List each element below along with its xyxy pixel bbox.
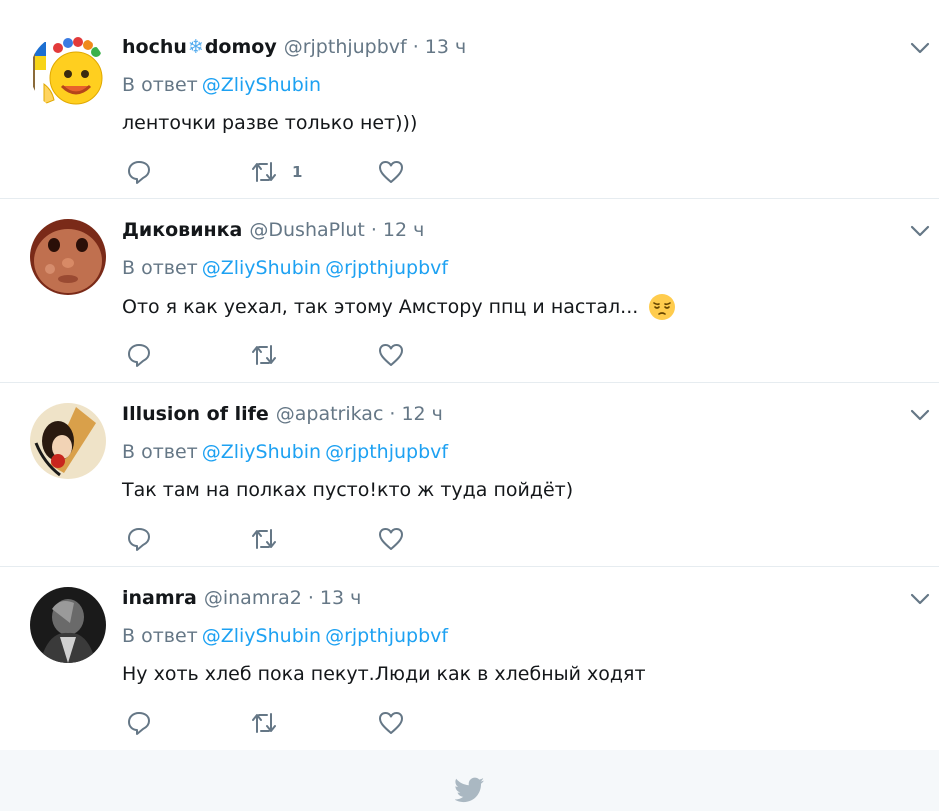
display-name[interactable]: hochu❄domoy bbox=[122, 34, 277, 60]
retweet-button[interactable] bbox=[250, 526, 378, 552]
pensive-face-emoji bbox=[649, 294, 676, 320]
reply-icon bbox=[128, 344, 150, 367]
timestamp[interactable]: 12 ч bbox=[401, 401, 442, 427]
timestamp[interactable]: 12 ч bbox=[383, 217, 424, 243]
reply-prefix: В ответ bbox=[122, 441, 198, 463]
reply-button[interactable] bbox=[126, 342, 250, 368]
tweet[interactable]: Диковинка @DushaPlut · 12 ч В ответ @Zliy… bbox=[0, 199, 939, 383]
tweet-header: inamra @inamra2 · 13 ч bbox=[122, 585, 919, 611]
reply-button[interactable] bbox=[126, 526, 250, 552]
action-bar bbox=[126, 525, 404, 553]
action-bar bbox=[126, 709, 404, 737]
retweet-icon bbox=[252, 345, 276, 365]
heart-icon bbox=[379, 344, 403, 366]
chevron-down-icon[interactable] bbox=[909, 37, 931, 59]
twitter-bird-icon bbox=[455, 777, 484, 803]
reply-context: В ответ @ZliyShubin @rjpthjupbvf bbox=[122, 255, 919, 281]
username[interactable]: @inamra2 bbox=[204, 585, 302, 611]
separator-dot: · bbox=[307, 587, 314, 609]
username[interactable]: @DushaPlut bbox=[249, 217, 364, 243]
tweet[interactable]: Illusion of life @apatrikac · 12 ч В отв… bbox=[0, 383, 939, 567]
reply-icon bbox=[128, 161, 150, 184]
like-button[interactable] bbox=[378, 710, 404, 736]
retweet-button[interactable] bbox=[250, 710, 378, 736]
avatar[interactable] bbox=[30, 219, 106, 295]
mention-link[interactable]: @rjpthjupbvf bbox=[325, 625, 448, 647]
reply-icon bbox=[128, 528, 150, 551]
mention-link[interactable]: @ZliyShubin bbox=[202, 257, 321, 279]
like-button[interactable] bbox=[378, 526, 404, 552]
display-name[interactable]: Диковинка bbox=[122, 217, 242, 243]
mention-link[interactable]: @ZliyShubin bbox=[202, 441, 321, 463]
like-button[interactable] bbox=[378, 159, 404, 185]
reply-prefix: В ответ bbox=[122, 257, 198, 279]
mention-link[interactable]: @ZliyShubin bbox=[202, 74, 321, 96]
timestamp[interactable]: 13 ч bbox=[425, 34, 466, 60]
chevron-down-icon[interactable] bbox=[909, 588, 931, 610]
chevron-down-icon[interactable] bbox=[909, 404, 931, 426]
tweet-text: Ну хоть хлеб пока пекут.Люди как в хлебн… bbox=[122, 663, 646, 685]
mention-link[interactable]: @ZliyShubin bbox=[202, 625, 321, 647]
display-name[interactable]: inamra bbox=[122, 585, 197, 611]
heart-icon bbox=[379, 528, 403, 550]
heart-icon bbox=[379, 712, 403, 734]
heart-icon bbox=[379, 161, 403, 183]
tweet-text: Ото я как уехал, так этому Амстору ппц и… bbox=[122, 293, 919, 321]
like-button[interactable] bbox=[378, 342, 404, 368]
separator-dot: · bbox=[389, 403, 396, 425]
display-name[interactable]: Illusion of life bbox=[122, 401, 269, 427]
reply-context: В ответ @ZliyShubin @rjpthjupbvf bbox=[122, 623, 919, 649]
replies-feed: hochu❄domoy @rjpthjupbvf · 13 ч В ответ @… bbox=[0, 0, 939, 750]
retweet-icon bbox=[252, 529, 276, 549]
chevron-down-icon[interactable] bbox=[909, 220, 931, 242]
username[interactable]: @rjpthjupbvf bbox=[284, 34, 407, 60]
mention-link[interactable]: @rjpthjupbvf bbox=[325, 257, 448, 279]
avatar[interactable] bbox=[30, 587, 106, 663]
reply-icon bbox=[128, 712, 150, 735]
action-bar bbox=[126, 341, 404, 369]
retweet-icon bbox=[252, 162, 276, 182]
separator-dot: · bbox=[370, 219, 377, 241]
retweet-button[interactable] bbox=[250, 342, 378, 368]
tweet-header: Диковинка @DushaPlut · 12 ч bbox=[122, 217, 919, 243]
reply-context: В ответ @ZliyShubin @rjpthjupbvf bbox=[122, 439, 919, 465]
tweet-header: hochu❄domoy @rjpthjupbvf · 13 ч bbox=[122, 34, 919, 60]
avatar[interactable] bbox=[30, 34, 106, 110]
tweet[interactable]: hochu❄domoy @rjpthjupbvf · 13 ч В ответ @… bbox=[0, 0, 939, 199]
tweet-header: Illusion of life @apatrikac · 12 ч bbox=[122, 401, 919, 427]
reply-context: В ответ @ZliyShubin bbox=[122, 72, 919, 98]
reply-prefix: В ответ bbox=[122, 74, 198, 96]
timestamp[interactable]: 13 ч bbox=[320, 585, 361, 611]
tweet-text: Так там на полках пусто!кто ж туда пойдё… bbox=[122, 479, 574, 501]
timeline-footer bbox=[0, 750, 939, 811]
avatar[interactable] bbox=[30, 403, 106, 479]
action-bar: 1 bbox=[126, 158, 404, 186]
snowflake-emoji: ❄ bbox=[187, 36, 204, 58]
retweet-icon bbox=[252, 713, 276, 733]
retweet-count: 1 bbox=[292, 163, 303, 181]
mention-link[interactable]: @rjpthjupbvf bbox=[325, 441, 448, 463]
tweet-text: ленточки разве только нет))) bbox=[122, 112, 418, 134]
username[interactable]: @apatrikac bbox=[276, 401, 384, 427]
reply-prefix: В ответ bbox=[122, 625, 198, 647]
retweet-button[interactable]: 1 bbox=[250, 159, 378, 185]
reply-button[interactable] bbox=[126, 710, 250, 736]
tweet[interactable]: inamra @inamra2 · 13 ч В ответ @ZliyShubi… bbox=[0, 567, 939, 750]
separator-dot: · bbox=[412, 36, 419, 58]
reply-button[interactable] bbox=[126, 159, 250, 185]
